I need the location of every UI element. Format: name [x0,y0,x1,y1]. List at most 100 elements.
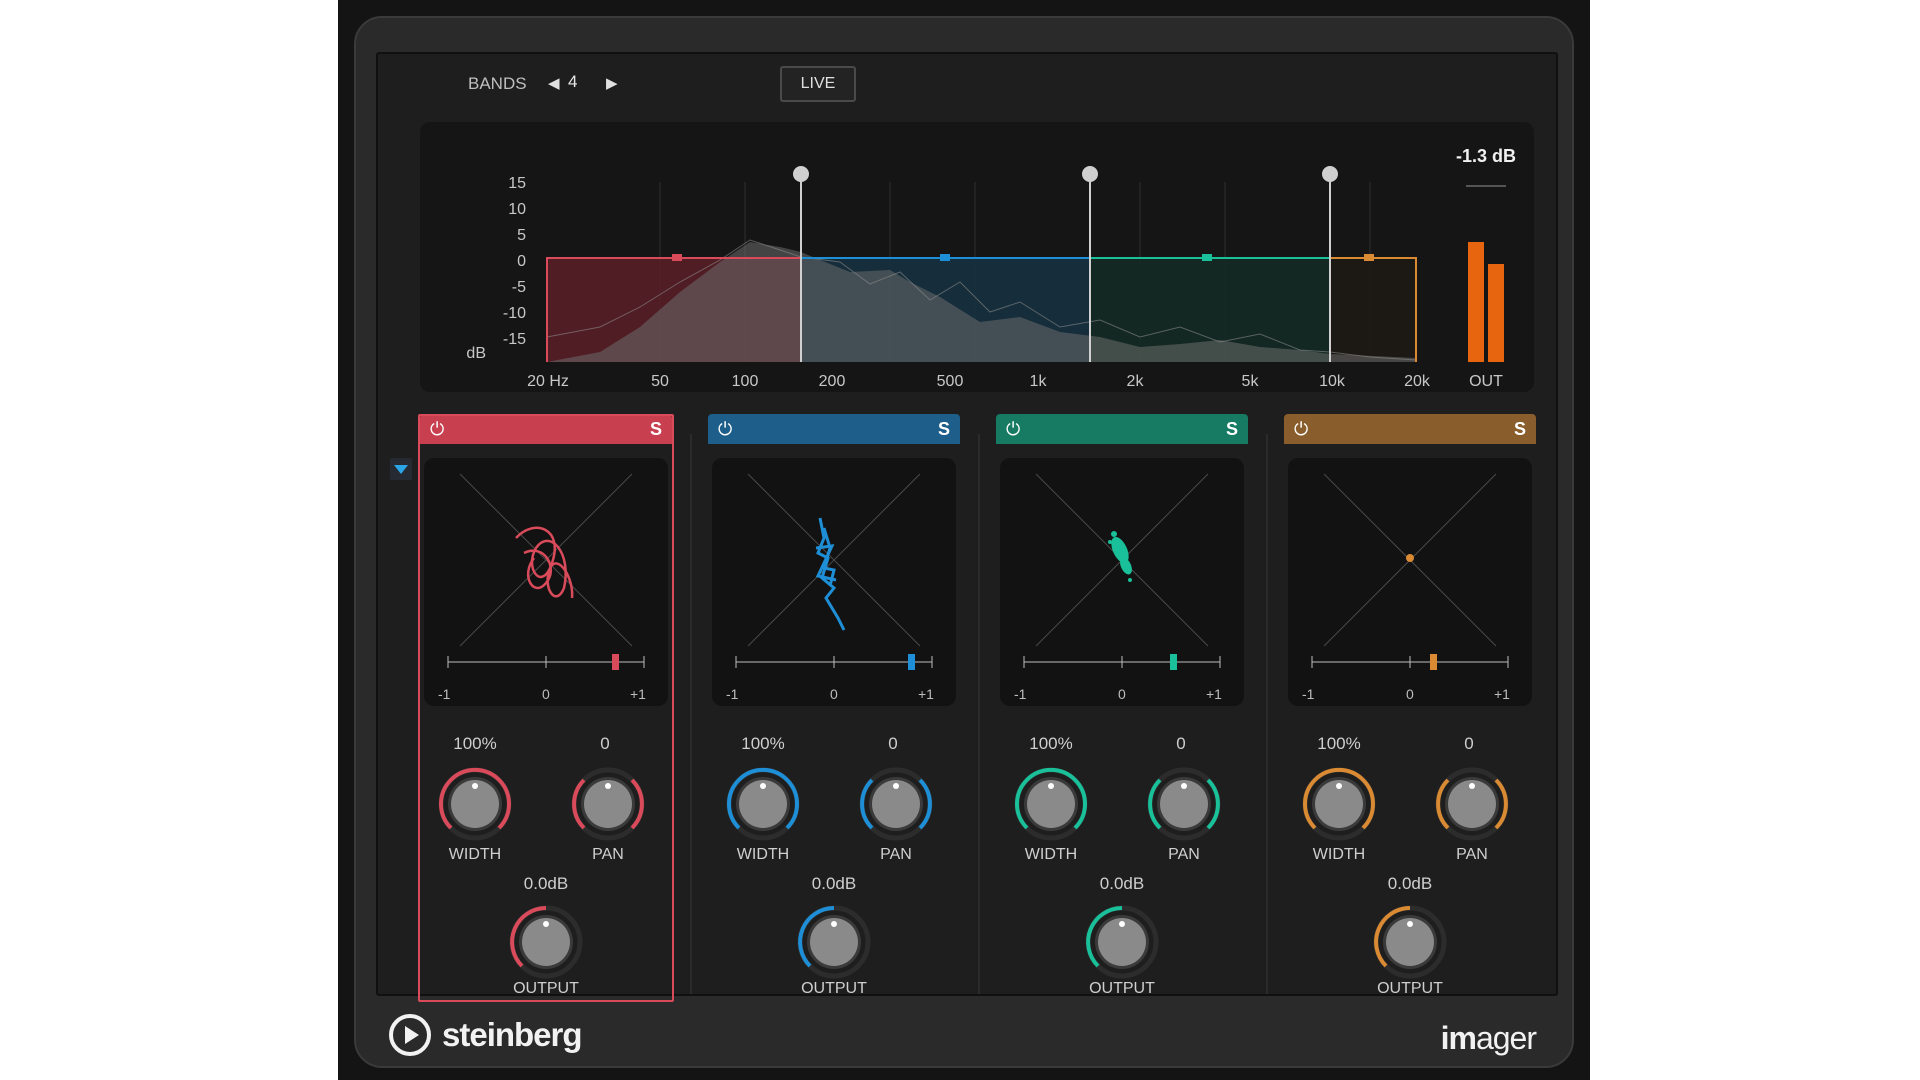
pan-value: 0 [600,734,610,753]
output-value: 0.0dB [1387,874,1433,893]
band3-handle [1202,254,1212,261]
pan-knob[interactable] [1434,766,1510,842]
output-label: OUTPUT [513,980,579,997]
x-tick: 1k [1030,373,1048,390]
band-1-vectorscope: -1 0 +1 [424,458,668,706]
power-icon[interactable]: ⏻ [430,419,444,440]
output-knob[interactable] [1084,904,1160,980]
spectrum-display[interactable]: 15 10 5 0 -5 -10 -15 dB 20 Hz 50 100 200… [420,122,1534,392]
band-4: ⏻ S -1 0 +1 100% 0 WIDTH PAN 0.0dB OUTPU… [1284,414,1536,1002]
y-tick: 5 [517,227,526,244]
width-label: WIDTH [736,846,790,863]
band4-handle [1364,254,1374,261]
pan-knob[interactable] [858,766,934,842]
bands-count[interactable]: 4 [568,72,577,92]
band2-handle [940,254,950,261]
brand-name: steinberg [442,1016,583,1053]
crossover-2-handle [1082,166,1098,182]
bands-decrease-arrow-icon[interactable]: ◀ [548,74,560,92]
scale-max: +1 [630,686,646,702]
y-tick: 15 [508,175,526,192]
x-tick: 20 Hz [527,373,569,390]
output-knob[interactable] [508,904,584,980]
band-4-correlation-marker [1430,654,1437,670]
plugin-window: BANDS ◀ 4 ▶ LIVE 15 10 5 0 -5 -10 -15 dB… [338,0,1590,1080]
crossover-3-handle [1322,166,1338,182]
out-label: OUT [1469,373,1503,390]
output-knob[interactable] [796,904,872,980]
band-1-header: ⏻ S [420,414,672,444]
scale-mid: 0 [542,686,550,702]
x-tick: 100 [732,373,759,390]
out-meter-left [1468,242,1484,362]
collapse-arrow-icon[interactable] [390,458,412,480]
bands-label: BANDS [468,74,527,93]
pan-value: 0 [1176,734,1186,753]
y-tick: -10 [503,305,526,322]
band-1: ⏻ S -1 0 +1 100% 0 WIDTH PAN 0.0dB OUTPU… [418,414,674,1002]
power-icon[interactable]: ⏻ [718,419,732,440]
spectrum-svg: 15 10 5 0 -5 -10 -15 dB 20 Hz 50 100 200… [466,146,1516,390]
solo-button[interactable]: S [938,419,950,440]
product-name-bold: im [1440,1020,1477,1056]
bands-increase-arrow-icon[interactable]: ▶ [606,74,618,92]
crossover-1-handle [793,166,809,182]
width-value: 100% [1029,734,1073,753]
solo-button[interactable]: S [1226,419,1238,440]
solo-button[interactable]: S [1514,419,1526,440]
width-knob[interactable] [1301,766,1377,842]
x-tick: 200 [819,373,846,390]
power-icon[interactable]: ⏻ [1294,419,1308,440]
output-value: 0.0dB [1099,874,1145,893]
width-value: 100% [453,734,497,753]
power-icon[interactable]: ⏻ [1006,419,1020,440]
y-tick: 10 [508,201,526,218]
pan-label: PAN [1456,846,1488,863]
output-knob[interactable] [1372,904,1448,980]
output-value: 0.0dB [811,874,857,893]
width-label: WIDTH [1312,846,1366,863]
live-button[interactable]: LIVE [780,66,856,102]
band-3: ⏻ S -1 0 +1 100% 0 WIDTH PAN 0.0dB OUTPU… [996,414,1248,1002]
scale-min: -1 [726,686,739,702]
band-4-vectorscope: -1 0 +1 [1288,458,1532,706]
output-value: 0.0dB [523,874,569,893]
band-divider [978,434,980,994]
band-3-vectorscope: -1 0 +1 [1000,458,1244,706]
out-meter-right [1488,264,1504,362]
width-value: 100% [741,734,785,753]
width-knob[interactable] [1013,766,1089,842]
solo-button[interactable]: S [650,419,662,440]
steinberg-play-icon [389,1014,431,1056]
pan-knob[interactable] [1146,766,1222,842]
out-level-value: -1.3 dB [1456,146,1516,166]
x-tick: 10k [1319,373,1346,390]
output-label: OUTPUT [1377,980,1443,997]
band1-handle [672,254,682,261]
scale-mid: 0 [1406,686,1414,702]
band-divider [1266,434,1268,994]
plugin-bezel: BANDS ◀ 4 ▶ LIVE 15 10 5 0 -5 -10 -15 dB… [354,16,1574,1068]
pan-label: PAN [592,846,624,863]
pan-label: PAN [1168,846,1200,863]
x-tick: 5k [1242,373,1260,390]
band-2-header: ⏻ S [708,414,960,444]
band4-region [1330,258,1416,362]
main-panel: BANDS ◀ 4 ▶ LIVE 15 10 5 0 -5 -10 -15 dB… [376,52,1558,1002]
band-3-header: ⏻ S [996,414,1248,444]
band-4-header: ⏻ S [1284,414,1536,444]
pan-value: 0 [888,734,898,753]
scale-max: +1 [1206,686,1222,702]
band-1-correlation-marker [612,654,619,670]
scale-min: -1 [438,686,451,702]
width-label: WIDTH [448,846,502,863]
width-knob[interactable] [725,766,801,842]
steinberg-logo: steinberg [388,1013,583,1057]
width-label: WIDTH [1024,846,1078,863]
width-knob[interactable] [437,766,513,842]
pan-knob[interactable] [570,766,646,842]
scale-max: +1 [918,686,934,702]
scale-min: -1 [1302,686,1315,702]
band-4-scope-trace [1406,554,1414,562]
band-2-scope-trace [815,517,846,631]
